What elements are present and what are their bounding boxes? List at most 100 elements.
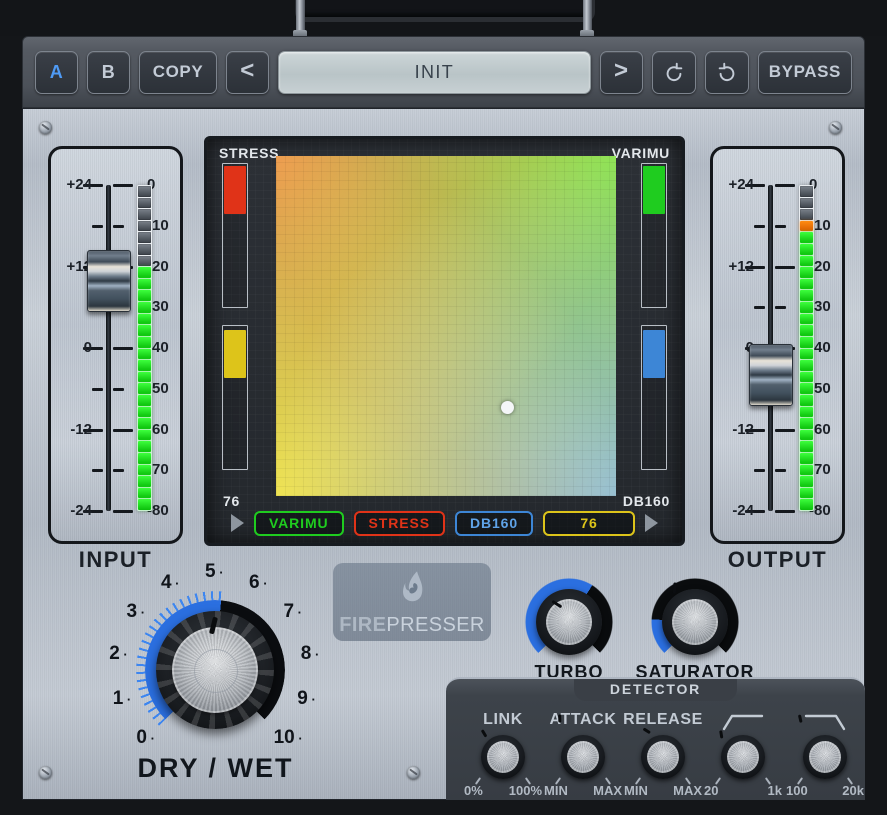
toolbar: A B COPY < INIT > BYPASS	[22, 36, 865, 108]
output-leds-segment	[800, 302, 813, 313]
link-knob[interactable]	[481, 735, 525, 779]
lowpass-knob-pointer	[798, 714, 803, 722]
release-knob[interactable]	[641, 735, 685, 779]
drywet-scale-number: 1 ·	[113, 688, 132, 710]
drywet-scale-number: 10 ·	[274, 727, 303, 749]
input-leds-segment	[138, 383, 151, 394]
algorithm-selector-row: VARIMU STRESS DB160 76	[217, 509, 672, 537]
output-leds-segment	[800, 441, 813, 452]
output-leds-segment	[800, 244, 813, 255]
input-leds-segment	[138, 441, 151, 452]
output-leds-segment	[800, 430, 813, 441]
lowpass-min-label: 100	[786, 783, 808, 798]
algo-button-stress[interactable]: STRESS	[354, 511, 445, 536]
logo-text-presser: PRESSER	[386, 614, 484, 636]
link-knob-cap[interactable]	[487, 741, 519, 773]
drywet-scale-number: 4 ·	[161, 572, 180, 594]
handle-post-left	[296, 0, 305, 34]
undo-icon	[663, 61, 685, 83]
output-leds-segment	[800, 221, 813, 232]
algo-button-76[interactable]: 76	[543, 511, 635, 536]
input-scale-meter-label: -60	[147, 421, 183, 438]
input-scale-tick-major	[113, 510, 133, 513]
attack-knob[interactable]	[561, 735, 605, 779]
drywet-knob-cap[interactable]	[172, 627, 258, 713]
undo-button[interactable]	[652, 51, 696, 94]
output-scale-meter-label: -10	[809, 217, 845, 234]
input-fader-track[interactable]	[106, 185, 111, 511]
output-scale-fader-label: -24	[714, 502, 754, 519]
screw-top-left	[39, 121, 52, 134]
output-leds-segment	[800, 383, 813, 394]
output-leds-segment	[800, 325, 813, 336]
drywet-scale-number: 9 ·	[297, 688, 316, 710]
algo-prev-arrow[interactable]	[231, 514, 244, 532]
input-leds-segment	[138, 372, 151, 383]
slider-76-thumb[interactable]	[224, 330, 246, 378]
preset-slot-a-button[interactable]: A	[35, 51, 78, 94]
input-leds-segment	[138, 360, 151, 371]
algo-button-db160[interactable]: DB160	[455, 511, 533, 536]
redo-button[interactable]	[705, 51, 749, 94]
output-scale-fader-label: -12	[714, 421, 754, 438]
drywet-knob[interactable]	[156, 611, 274, 729]
input-leds-segment	[138, 186, 151, 197]
input-leds-segment	[138, 279, 151, 290]
saturator-knob-cap[interactable]	[672, 599, 718, 645]
slider-db160[interactable]	[641, 325, 667, 470]
algo-next-arrow[interactable]	[645, 514, 658, 532]
prev-preset-button[interactable]: <	[226, 51, 269, 94]
saturator-knob[interactable]	[662, 589, 728, 655]
slider-76[interactable]	[222, 325, 248, 470]
attack-label: ATTACK	[544, 711, 622, 729]
slider-varimu[interactable]	[641, 163, 667, 308]
detector-title: DETECTOR	[446, 681, 865, 697]
turbo-knob-cap[interactable]	[546, 599, 592, 645]
output-leds-segment	[800, 499, 813, 510]
output-scale-meter-label: -80	[809, 502, 845, 519]
input-leds-segment	[138, 453, 151, 464]
algo-button-varimu[interactable]: VARIMU	[254, 511, 344, 536]
output-label: OUTPUT	[710, 547, 845, 573]
output-fader-handle[interactable]	[749, 344, 793, 406]
display-label-db160: DB160	[623, 493, 670, 509]
xy-gradient	[276, 156, 616, 496]
output-meter-panel: +24+120-12-240-10-20-30-40-50-60-70-80	[710, 146, 845, 544]
input-leds-segment	[138, 314, 151, 325]
preset-slot-b-button[interactable]: B	[87, 51, 130, 94]
input-leds-segment	[138, 198, 151, 209]
attack-knob-cap[interactable]	[567, 741, 599, 773]
input-scale-meter-label: -30	[147, 298, 183, 315]
screw-bottom-left	[39, 766, 52, 779]
slider-stress[interactable]	[222, 163, 248, 308]
output-scale-meter-label: -70	[809, 461, 845, 478]
output-scale-fader-label: +24	[714, 176, 754, 193]
input-fader-handle[interactable]	[87, 250, 131, 312]
output-leds-segment	[800, 209, 813, 220]
xy-position-handle[interactable]	[501, 401, 514, 414]
slider-stress-thumb[interactable]	[224, 166, 246, 214]
highpass-knob-cap[interactable]	[727, 741, 759, 773]
xy-morph-pad[interactable]	[276, 156, 616, 496]
lowpass-knob[interactable]	[803, 735, 847, 779]
attack-max-label: MAX	[593, 783, 622, 798]
turbo-knob[interactable]	[536, 589, 602, 655]
slider-varimu-thumb[interactable]	[643, 166, 665, 214]
next-preset-button[interactable]: >	[600, 51, 643, 94]
release-knob-cap[interactable]	[647, 741, 679, 773]
copy-button[interactable]: COPY	[139, 51, 217, 94]
highpass-knob[interactable]	[721, 735, 765, 779]
display-label-varimu: VARIMU	[612, 145, 670, 161]
preset-name-display[interactable]: INIT	[278, 51, 591, 94]
input-scale-tick-minor	[113, 388, 124, 391]
output-scale-meter-label: -40	[809, 339, 845, 356]
highpass-min-label: 20	[704, 783, 718, 798]
output-leds-segment	[800, 418, 813, 429]
slider-db160-thumb[interactable]	[643, 330, 665, 378]
lowpass-knob-cap[interactable]	[809, 741, 841, 773]
output-leds-segment	[800, 488, 813, 499]
bypass-button[interactable]: BYPASS	[758, 51, 852, 94]
input-scale-tick-minor	[92, 469, 103, 472]
output-leds-segment	[800, 186, 813, 197]
input-leds-segment	[138, 267, 151, 278]
